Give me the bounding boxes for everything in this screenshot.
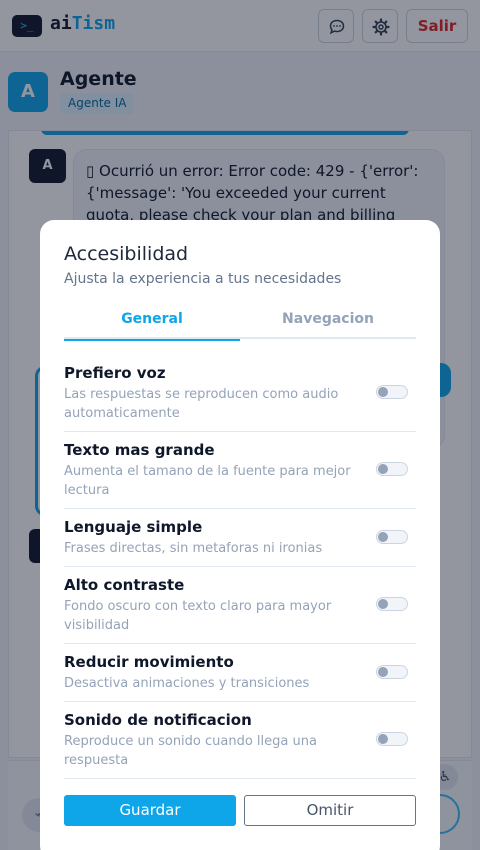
tab-general[interactable]: General bbox=[64, 302, 240, 341]
toggle-texto-grande[interactable] bbox=[376, 462, 408, 476]
option-title: Prefiero voz bbox=[64, 364, 166, 382]
toggle-sonido-notificacion[interactable] bbox=[376, 732, 408, 746]
toggle-reducir-movimiento[interactable] bbox=[376, 665, 408, 679]
modal-tabs: General Navegacion bbox=[64, 302, 416, 341]
option-sonido-notificacion: Sonido de notificacion Reproduce un soni… bbox=[64, 702, 416, 779]
toggle-prefiero-voz[interactable] bbox=[376, 385, 408, 399]
option-texto-grande: Texto mas grande Aumenta el tamano de la… bbox=[64, 432, 416, 509]
option-prefiero-voz: Prefiero voz Las respuestas se reproduce… bbox=[64, 360, 416, 432]
option-description: Reproduce un sonido cuando llega una res… bbox=[64, 734, 317, 768]
option-description: Las respuestas se reproducen como audio … bbox=[64, 387, 339, 421]
option-title: Texto mas grande bbox=[64, 441, 215, 459]
option-title: Sonido de notificacion bbox=[64, 711, 252, 729]
modal-title: Accesibilidad bbox=[64, 243, 189, 265]
skip-button[interactable]: Omitir bbox=[244, 795, 416, 826]
option-reducir-movimiento: Reducir movimiento Desactiva animaciones… bbox=[64, 644, 416, 702]
toggle-alto-contraste[interactable] bbox=[376, 597, 408, 611]
toggle-lenguaje-simple[interactable] bbox=[376, 530, 408, 544]
option-lenguaje-simple: Lenguaje simple Frases directas, sin met… bbox=[64, 509, 416, 567]
accessibility-modal: Accesibilidad Ajusta la experiencia a tu… bbox=[40, 220, 440, 850]
option-description: Aumenta el tamano de la fuente para mejo… bbox=[64, 464, 351, 498]
option-title: Alto contraste bbox=[64, 576, 185, 594]
tab-navegacion[interactable]: Navegacion bbox=[240, 302, 416, 339]
save-button[interactable]: Guardar bbox=[64, 795, 236, 826]
option-title: Reducir movimiento bbox=[64, 653, 234, 671]
option-description: Frases directas, sin metaforas ni ironia… bbox=[64, 541, 323, 556]
modal-subtitle: Ajusta la experiencia a tus necesidades bbox=[64, 271, 342, 287]
option-description: Desactiva animaciones y transiciones bbox=[64, 676, 310, 691]
option-description: Fondo oscuro con texto claro para mayor … bbox=[64, 599, 332, 633]
option-alto-contraste: Alto contraste Fondo oscuro con texto cl… bbox=[64, 567, 416, 644]
option-title: Lenguaje simple bbox=[64, 518, 203, 536]
